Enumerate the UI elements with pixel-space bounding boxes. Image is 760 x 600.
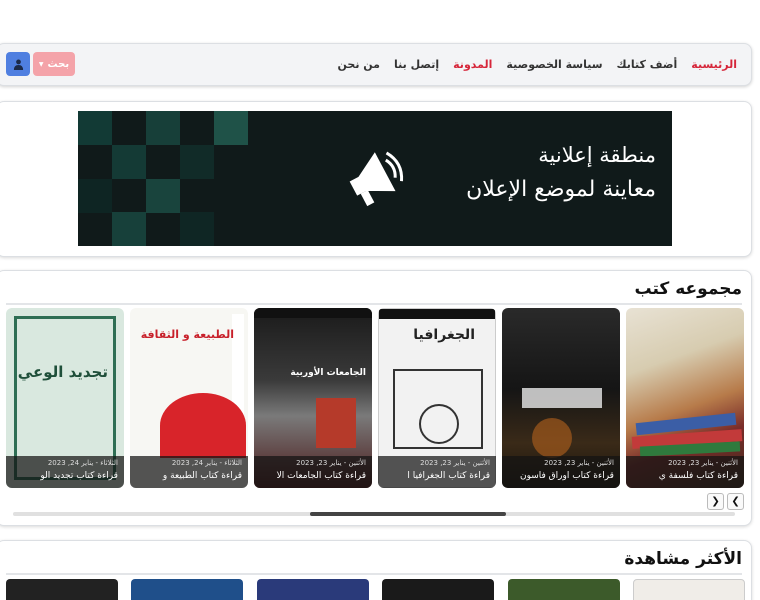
book-card[interactable]: تجديد الوعي الثلاثاء - يناير 24, 2023 قر…	[6, 308, 124, 488]
book-cover-title: تجديد الوعي	[17, 363, 108, 381]
ad-pattern-tile	[146, 179, 180, 213]
search-dropdown-button[interactable]: بحث ▼	[33, 52, 75, 76]
most-viewed-card[interactable]	[633, 579, 745, 600]
book-cover-title: الجغرافيا	[413, 327, 475, 343]
book-title[interactable]: قراءة كتاب الطبيعة و	[134, 471, 242, 481]
books-section: مجموعه كتب الأثنين - يناير 23, 2023 قراء…	[0, 270, 752, 526]
book-title[interactable]: قراءة كتاب الجغرافيا ا	[382, 471, 490, 481]
book-cover-title: الطبيعة و الثقافة	[140, 328, 234, 341]
most-viewed-card[interactable]	[382, 579, 494, 600]
book-card[interactable]: الجغرافيا الأثنين - يناير 23, 2023 قراءة…	[378, 308, 496, 488]
nav-links: الرئيسية أضف كتابك سياسة الخصوصية المدون…	[338, 44, 738, 85]
section-divider	[6, 303, 742, 305]
book-title[interactable]: قراءة كتاب فلسفة ي	[630, 471, 738, 481]
book-card[interactable]: الأثنين - يناير 23, 2023 قراءة كتاب أورا…	[502, 308, 620, 488]
book-date: الثلاثاء - يناير 24, 2023	[47, 459, 118, 467]
books-carousel: الأثنين - يناير 23, 2023 قراءة كتاب فلسف…	[0, 308, 753, 488]
chevron-right-icon: ❯	[731, 496, 740, 507]
book-meta: الأثنين - يناير 23, 2023 قراءة كتاب الجغ…	[378, 456, 496, 488]
most-viewed-section: الأكثر مشاهدة	[0, 540, 752, 600]
ad-subline: معاينة لموضع الإعلان	[466, 177, 656, 202]
nav-link-about[interactable]: من نحن	[338, 58, 381, 71]
book-cover-title: الجامعات الأوربية	[290, 368, 366, 378]
ad-pattern-tile	[146, 111, 180, 145]
book-title[interactable]: قراءة كتاب أوراق فاسون	[506, 471, 614, 481]
carousel-scrollbar[interactable]	[13, 512, 735, 516]
book-card[interactable]: الجامعات الأوربية الأثنين - يناير 23, 20…	[254, 308, 372, 488]
book-meta: الأثنين - يناير 23, 2023 قراءة كتاب أورا…	[502, 456, 620, 488]
nav-link-blog[interactable]: المدونة	[453, 58, 492, 71]
book-card[interactable]: الطبيعة و الثقافة الثلاثاء - يناير 24, 2…	[130, 308, 248, 488]
most-viewed-card[interactable]	[6, 579, 118, 600]
ad-pattern-tile	[78, 179, 112, 213]
chevron-down-icon: ▼	[38, 60, 44, 68]
book-meta: الثلاثاء - يناير 24, 2023 قراءة كتاب تجد…	[6, 456, 124, 488]
most-viewed-title: الأكثر مشاهدة	[624, 549, 742, 569]
book-meta: الأثنين - يناير 23, 2023 قراءة كتاب فلسف…	[626, 456, 744, 488]
ad-pattern-tile	[112, 212, 146, 246]
most-viewed-card[interactable]	[257, 579, 369, 600]
carousel-next-button[interactable]: ❯	[727, 493, 744, 510]
most-viewed-card[interactable]	[131, 579, 243, 600]
nav-link-privacy[interactable]: سياسة الخصوصية	[506, 58, 602, 71]
section-divider	[6, 573, 742, 575]
carousel-prev-button[interactable]: ❮	[707, 493, 724, 510]
ad-panel: منطقة إعلانية معاينة لموضع الإعلان	[0, 101, 752, 257]
book-title[interactable]: قراءة كتاب تجديد الو	[10, 471, 118, 481]
chevron-left-icon: ❮	[711, 496, 720, 507]
carousel-scroll-thumb[interactable]	[310, 512, 506, 516]
nav-link-contact[interactable]: إتصل بنا	[394, 58, 439, 71]
ad-pattern-tile	[180, 212, 214, 246]
book-date: الأثنين - يناير 23, 2023	[296, 459, 366, 467]
user-icon	[13, 59, 23, 70]
most-viewed-card[interactable]	[508, 579, 620, 600]
book-date: الأثنين - يناير 23, 2023	[544, 459, 614, 467]
ad-pattern-tile	[78, 111, 112, 145]
book-date: الأثنين - يناير 23, 2023	[668, 459, 738, 467]
nav-link-home[interactable]: الرئيسية	[691, 58, 737, 71]
ad-pattern-tile	[214, 111, 248, 145]
ad-pattern-tile	[180, 145, 214, 179]
books-section-title: مجموعه كتب	[634, 279, 743, 299]
ad-headline: منطقة إعلانية	[538, 143, 656, 167]
ad-banner[interactable]: منطقة إعلانية معاينة لموضع الإعلان	[78, 111, 672, 246]
ad-pattern-tile	[112, 145, 146, 179]
book-date: الثلاثاء - يناير 24, 2023	[171, 459, 242, 467]
search-button-label: بحث	[47, 58, 70, 70]
book-card[interactable]: الأثنين - يناير 23, 2023 قراءة كتاب فلسف…	[626, 308, 744, 488]
top-navbar: الرئيسية أضف كتابك سياسة الخصوصية المدون…	[0, 43, 752, 86]
book-meta: الثلاثاء - يناير 24, 2023 قراءة كتاب الط…	[130, 456, 248, 488]
nav-link-add-book[interactable]: أضف كتابك	[617, 58, 678, 71]
user-button[interactable]	[6, 52, 30, 76]
book-title[interactable]: قراءة كتاب الجامعات الأ	[258, 471, 366, 481]
megaphone-icon	[349, 151, 404, 207]
book-meta: الأثنين - يناير 23, 2023 قراءة كتاب الجا…	[254, 456, 372, 488]
book-date: الأثنين - يناير 23, 2023	[420, 459, 490, 467]
